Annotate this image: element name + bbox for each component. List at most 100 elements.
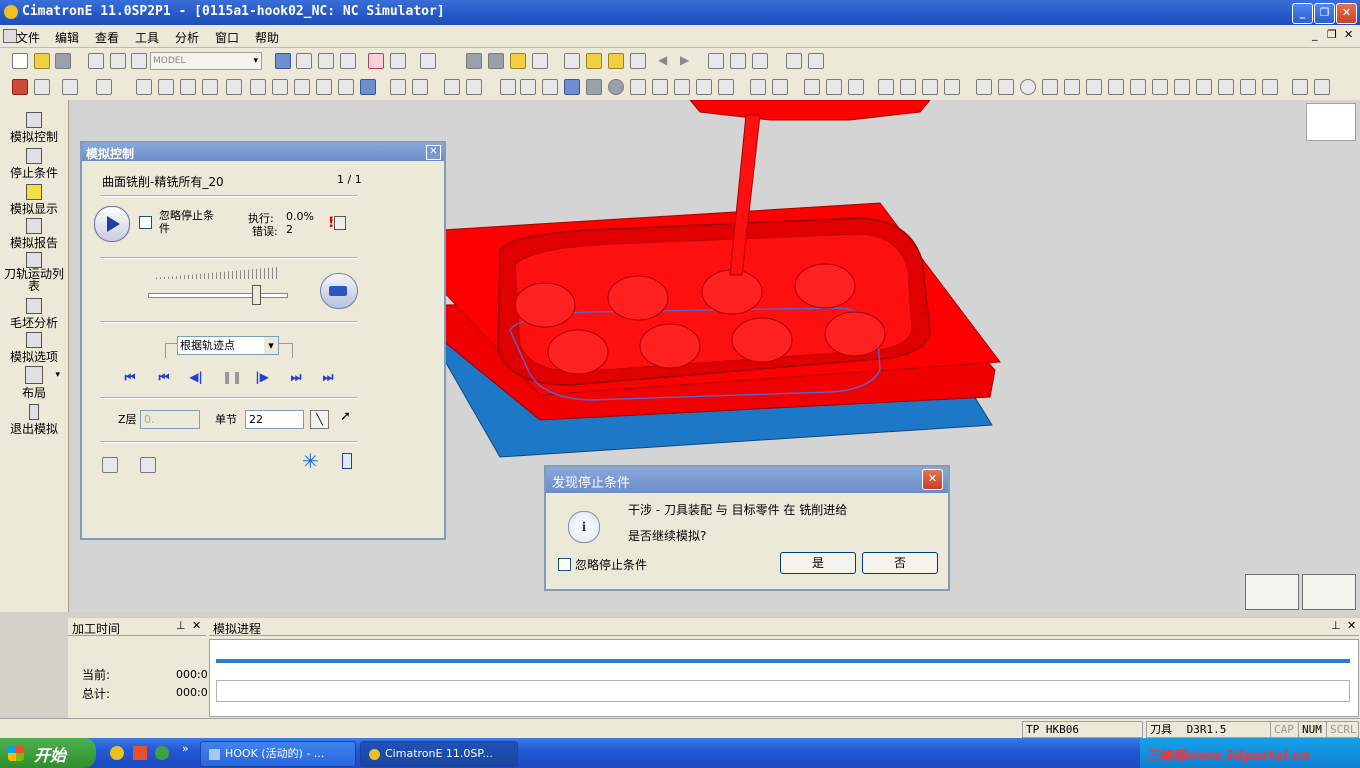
menu-window[interactable]: 窗口 [215,29,239,46]
view-cube-button[interactable] [1306,103,1356,141]
surface-7-icon[interactable] [272,79,288,95]
stock-icon[interactable] [102,457,118,473]
tool-icon[interactable] [140,457,156,473]
next-step-button[interactable]: ⏭ [288,370,304,384]
pin-icon[interactable]: ⊥ [1331,619,1341,632]
light-3-icon[interactable] [630,53,646,69]
cloud-icon[interactable] [110,53,126,69]
light-1-icon[interactable] [564,53,580,69]
sidebar-item-exit-sim[interactable]: 退出模拟 [0,404,68,437]
z-layer-input[interactable]: 0. [140,410,200,429]
tree-icon[interactable] [708,53,724,69]
feature-3-icon[interactable] [542,79,558,95]
menu-file[interactable]: 文件 [16,29,40,46]
cursor-pick-icon[interactable]: ➚ [340,409,351,424]
feature-1-icon[interactable] [500,79,516,95]
feature-10-icon[interactable] [718,79,734,95]
error-report-icon[interactable]: ! [328,215,347,231]
surface-3-icon[interactable] [180,79,196,95]
close-button[interactable]: ✕ [922,469,943,490]
sidebar-item-sim-options[interactable]: 模拟选项 [0,332,68,365]
mdi-restore-button[interactable]: ❐ [1327,28,1337,41]
macro-2-icon[interactable] [1314,79,1330,95]
refresh-spinner-icon[interactable]: ✳ [302,449,319,473]
extrude-icon[interactable] [804,79,820,95]
mdi-minimize-button[interactable]: _ [1312,28,1318,41]
speed-slider-thumb[interactable] [252,285,261,305]
tool-view-button[interactable] [1302,574,1356,610]
surface-6-icon[interactable] [250,79,266,95]
camera-button[interactable] [320,273,358,309]
copy-icon[interactable] [786,53,802,69]
feature-5-icon[interactable] [586,79,602,95]
view-box-icon[interactable] [368,53,384,69]
light-bulb-2-icon[interactable] [608,53,624,69]
zoom-icon[interactable] [318,53,334,69]
curve-1-icon[interactable] [390,79,406,95]
surface-8-icon[interactable] [294,79,310,95]
last-step-button[interactable]: ⏭ [320,370,336,384]
mdi-close-button[interactable]: ✕ [1344,28,1353,41]
filter-2-icon[interactable] [466,79,482,95]
select-icon[interactable] [62,79,78,95]
transform-2-icon[interactable] [900,79,916,95]
extrude-2-icon[interactable] [826,79,842,95]
sidebar-item-stop-condition[interactable]: 停止条件 [0,148,68,181]
sidebar-item-stock-analysis[interactable]: 毛坯分析 [0,298,68,331]
render-1-icon[interactable] [466,53,482,69]
feature-6-icon[interactable] [630,79,646,95]
sketch-2-icon[interactable] [772,79,788,95]
circle-icon[interactable] [1020,79,1036,95]
arrows-icon[interactable] [360,79,376,95]
transform-4-icon[interactable] [944,79,960,95]
maximize-button[interactable]: ❐ [1314,3,1335,24]
assembly-icon[interactable] [131,53,147,69]
surface-1-icon[interactable] [136,79,152,95]
play-button[interactable] [94,206,130,242]
menu-view[interactable]: 查看 [95,29,119,46]
render-4-icon[interactable] [532,53,548,69]
box-icon[interactable] [1196,79,1212,95]
line-icon[interactable] [976,79,992,95]
step-input[interactable]: 22 [245,410,304,429]
surface-2-icon[interactable] [158,79,174,95]
close-button[interactable]: ✕ [1336,3,1357,24]
render-3-icon[interactable] [510,53,526,69]
sidebar-item-sim-display[interactable]: 模拟显示 [0,184,68,217]
save-icon[interactable] [55,53,71,69]
quicklaunch-1-icon[interactable] [110,746,124,760]
extrude-3-icon[interactable] [848,79,864,95]
sidebar-item-sim-control[interactable]: 模拟控制 [0,112,68,145]
menu-help[interactable]: 帮助 [255,29,279,46]
view-iso-icon[interactable] [390,53,406,69]
pan-icon[interactable] [340,53,356,69]
surface-4-icon[interactable] [202,79,218,95]
step-toggle-button[interactable]: ╲ [310,410,329,429]
menu-tools[interactable]: 工具 [135,29,159,46]
feature-9-icon[interactable] [696,79,712,95]
yes-button[interactable]: 是 [780,552,856,574]
sidebar-item-toolpath-list[interactable]: 刀轨运动列表 [0,252,68,292]
close-icon[interactable]: ✕ [192,619,201,632]
angle-icon[interactable] [1152,79,1168,95]
step-mode-select[interactable]: 根据轨迹点 ▾ [177,336,279,355]
task-hook[interactable]: HOOK (活动的) - ... [200,741,356,767]
measure-icon[interactable] [730,53,746,69]
shading-icon[interactable] [420,53,436,69]
start-button[interactable]: 开始 [0,738,96,768]
close-icon[interactable]: ✕ [1347,619,1356,632]
ignore-stop-checkbox[interactable] [558,558,571,571]
sketch-icon[interactable] [750,79,766,95]
surface-9-icon[interactable] [316,79,332,95]
stop-sim-button[interactable] [1245,574,1299,610]
feature-8-icon[interactable] [674,79,690,95]
surface-5-icon[interactable] [226,79,242,95]
delete-icon[interactable] [12,79,28,95]
pin-icon[interactable]: ⊥ [176,619,186,632]
line-2-icon[interactable] [998,79,1014,95]
task-cimatron[interactable]: CimatronE 11.0SP... [360,741,518,767]
render-2-icon[interactable] [488,53,504,69]
speed-slider-track[interactable] [148,293,288,298]
sphere-icon[interactable] [608,79,624,95]
trim-icon[interactable] [1086,79,1102,95]
